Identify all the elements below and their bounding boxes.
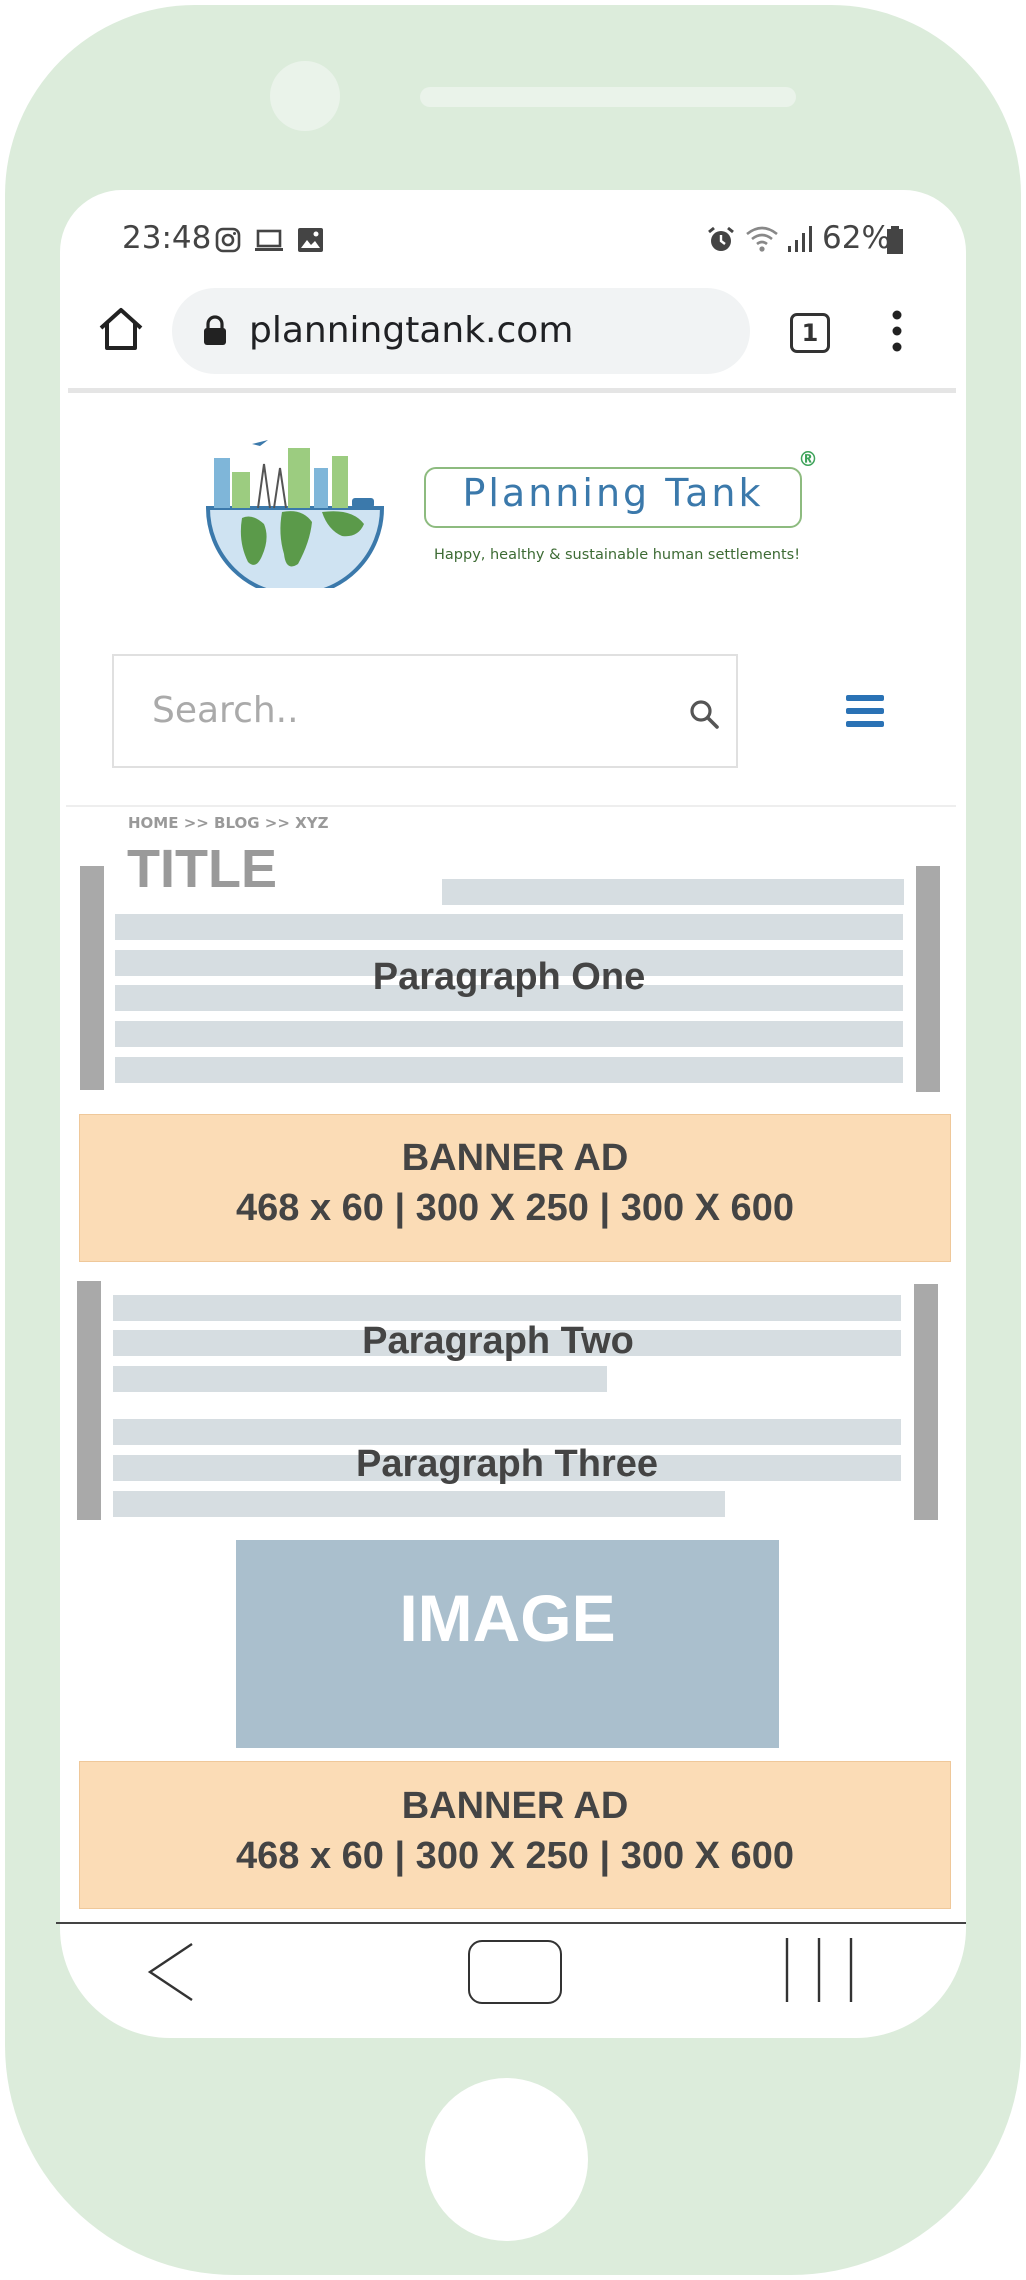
- registered-mark: ®: [798, 447, 818, 471]
- placeholder-line: [113, 1366, 607, 1392]
- header-divider: [66, 805, 956, 807]
- image-icon: [297, 227, 324, 253]
- alarm-icon: [706, 225, 736, 255]
- home-icon[interactable]: [96, 306, 146, 356]
- left-sidebar-bar: [77, 1281, 101, 1520]
- breadcrumb[interactable]: HOME >> BLOG >> XYZ: [128, 814, 328, 832]
- phone-home-button[interactable]: [425, 2078, 588, 2241]
- right-sidebar-bar: [914, 1284, 938, 1520]
- laptop-icon: [254, 229, 284, 253]
- search-placeholder: Search..: [152, 690, 299, 731]
- paragraph-one-label: Paragraph One: [372, 956, 646, 998]
- paragraph-two-label: Paragraph Two: [362, 1320, 634, 1362]
- instagram-icon: [215, 227, 241, 253]
- nav-bar-divider: [56, 1922, 966, 1924]
- banner-ad-title: BANNER AD: [401, 1137, 629, 1179]
- recent-apps-icon[interactable]: [784, 1936, 854, 2008]
- placeholder-line: [442, 879, 904, 905]
- url-text[interactable]: planningtank.com: [249, 310, 573, 351]
- lock-icon: [202, 315, 228, 351]
- earpiece-speaker: [420, 87, 796, 107]
- home-nav-icon[interactable]: [468, 1940, 562, 2004]
- wifi-icon: [745, 224, 779, 254]
- hamburger-menu-icon[interactable]: [846, 693, 884, 733]
- banner-ad-sizes: 468 x 60 | 300 X 250 | 300 X 600: [236, 1187, 794, 1229]
- placeholder-line: [115, 914, 903, 940]
- signal-icon: [785, 224, 815, 254]
- placeholder-line: [113, 1491, 725, 1517]
- placeholder-line: [115, 1057, 903, 1083]
- back-icon[interactable]: [146, 1940, 196, 2008]
- placeholder-line: [115, 1021, 903, 1047]
- brand-name[interactable]: Planning Tank: [424, 471, 802, 515]
- battery-percentage: 62%: [822, 220, 891, 256]
- search-icon[interactable]: [688, 698, 720, 734]
- left-sidebar-bar: [80, 866, 104, 1090]
- site-logo-globe[interactable]: [202, 438, 388, 597]
- paragraph-three-label: Paragraph Three: [356, 1443, 658, 1485]
- battery-icon: [886, 225, 904, 255]
- placeholder-line: [113, 1295, 901, 1321]
- right-sidebar-bar: [916, 866, 940, 1092]
- toolbar-divider: [68, 388, 956, 393]
- status-time: 23:48: [122, 220, 212, 256]
- tab-switcher-button[interactable]: 1: [790, 313, 830, 353]
- banner-ad-title: BANNER AD: [401, 1785, 629, 1827]
- browser-menu-icon[interactable]: [887, 310, 907, 356]
- banner-ad-sizes: 468 x 60 | 300 X 250 | 300 X 600: [236, 1835, 794, 1877]
- image-placeholder-label: IMAGE: [399, 1581, 616, 1655]
- page-title: TITLE: [127, 839, 277, 899]
- front-camera: [270, 61, 340, 131]
- placeholder-line: [113, 1419, 901, 1445]
- brand-tagline: Happy, healthy & sustainable human settl…: [434, 547, 801, 563]
